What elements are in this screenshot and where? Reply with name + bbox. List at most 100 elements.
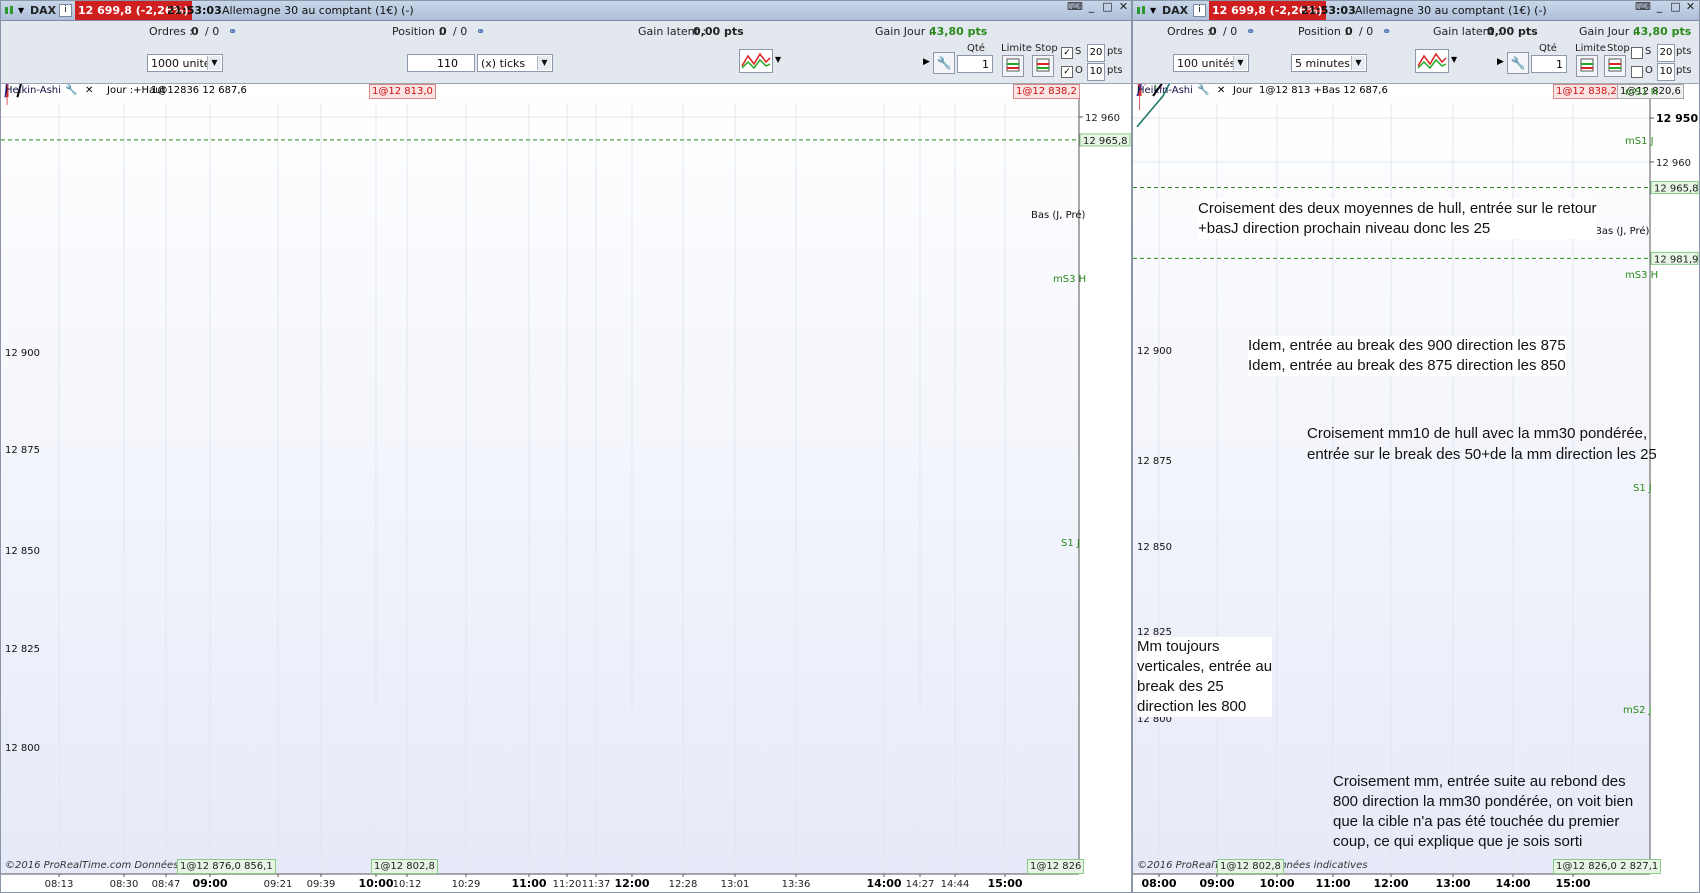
wrench-icon[interactable]: 🔧 bbox=[65, 84, 77, 98]
wrench-icon[interactable]: 🔧 bbox=[1197, 84, 1209, 98]
dropdown-arrow-icon[interactable]: ▼ bbox=[1150, 1, 1156, 20]
interval-value: 5 minutes bbox=[1295, 57, 1351, 70]
x-tick-label: 11:00 bbox=[1315, 877, 1350, 890]
chevron-down-icon[interactable]: ▼ bbox=[1451, 55, 1457, 64]
close-indicator-icon[interactable]: ✕ bbox=[85, 84, 93, 98]
chart-type-button[interactable] bbox=[1415, 49, 1449, 73]
link-icon[interactable]: ⚭ bbox=[1382, 21, 1391, 43]
order-tag[interactable]: 1@12 802,8 bbox=[371, 859, 438, 874]
maximize-button[interactable]: □ bbox=[1101, 1, 1114, 13]
x-tick-label: 12:00 bbox=[1373, 877, 1408, 890]
pts-label: pts bbox=[1107, 46, 1123, 57]
day-gain-value: 43,80 pts bbox=[929, 25, 988, 38]
qty-value: 1 bbox=[982, 58, 989, 71]
info-icon[interactable]: i bbox=[1193, 4, 1206, 17]
wrench-icon[interactable]: 🔧 bbox=[933, 52, 955, 74]
close-button[interactable]: ✕ bbox=[1117, 1, 1130, 13]
o-label: O bbox=[1075, 65, 1083, 76]
x-tick-label: 13:01 bbox=[721, 879, 750, 890]
order-toolbar: 100 unités ▼ 5 minutes ▼ ▼ ▶ 🔧 Qté 1 Limit… bbox=[1133, 43, 1699, 84]
chart-style-icon bbox=[741, 52, 771, 70]
ticks-unit-value: (x) ticks bbox=[481, 57, 526, 70]
qty-label: Qté bbox=[967, 43, 985, 54]
dropdown-arrow-icon[interactable]: ▼ bbox=[18, 1, 24, 20]
link-icon[interactable]: ⚭ bbox=[1246, 21, 1255, 43]
ticks-stepper[interactable]: 110 bbox=[407, 54, 475, 72]
ticks-unit-select[interactable]: (x) ticks ▼ bbox=[477, 54, 553, 72]
annotation-line: coup, ce qui explique que je sois sorti bbox=[1333, 833, 1583, 850]
qty-field[interactable]: 1 bbox=[957, 55, 993, 73]
orders-value: 0 bbox=[191, 25, 199, 38]
stop-order-button[interactable] bbox=[1604, 55, 1626, 77]
order-tag[interactable]: 1@12 838,2 bbox=[1553, 84, 1620, 99]
play-arrow-icon[interactable]: ▶ bbox=[1497, 57, 1504, 67]
order-toolbar: 1000 unités ▼ 110 (x) ticks ▼ ▼ ▶ 🔧 Qté 1 … bbox=[1, 43, 1131, 84]
x-tick-label: 10:29 bbox=[452, 879, 481, 890]
annotation-line: Croisement des deux moyennes de hull, en… bbox=[1198, 200, 1597, 217]
stop-loss-checkbox[interactable] bbox=[1631, 47, 1643, 59]
x-tick-label: 12:00 bbox=[614, 877, 649, 890]
o-points-field[interactable]: 10 bbox=[1087, 63, 1105, 81]
window-titlebar[interactable]: ▼ DAX i 12 699,8 (-2,26%) 21:53:03 Allem… bbox=[1133, 1, 1699, 21]
objective-checkbox[interactable] bbox=[1631, 66, 1643, 78]
close-indicator-icon[interactable]: ✕ bbox=[1217, 84, 1225, 98]
order-tag[interactable]: 1@12 826 bbox=[1027, 859, 1085, 874]
clock-time: 21:53:03 bbox=[167, 4, 222, 17]
x-tick-label: 13:36 bbox=[782, 879, 811, 890]
y-axis-panel bbox=[1650, 84, 1699, 892]
stop-order-icon bbox=[1608, 58, 1622, 72]
chevron-down-icon: ▼ bbox=[207, 56, 221, 70]
order-tag[interactable]: 1@12 826,0 2 827,1 bbox=[1553, 859, 1662, 874]
stop-loss-checkbox[interactable]: ✓ bbox=[1061, 47, 1073, 59]
window-titlebar[interactable]: ▼ DAX i 12 699,8 (-2,26%) 21:53:03 Allem… bbox=[1, 1, 1131, 21]
qty-field[interactable]: 1 bbox=[1531, 55, 1567, 73]
interval-select[interactable]: 5 minutes ▼ bbox=[1291, 54, 1367, 72]
price-chart[interactable]: 12 96012 95012 94012 93012 92012 91012 9… bbox=[1, 84, 1131, 893]
wrench-icon[interactable]: 🔧 bbox=[1507, 52, 1529, 74]
level-s1-label: S1 J bbox=[1061, 538, 1080, 549]
info-icon[interactable]: i bbox=[59, 4, 72, 17]
limit-order-button[interactable] bbox=[1002, 55, 1024, 77]
chart-canvas[interactable]: 12 96012 95012 94012 93012 92012 91012 9… bbox=[1, 84, 1131, 893]
annotation-line: verticales, entrée au bbox=[1137, 658, 1273, 675]
indicator-label: Heikin-Ashi bbox=[5, 85, 61, 96]
s-points-field[interactable]: 20 bbox=[1657, 44, 1675, 62]
chevron-down-icon[interactable]: ▼ bbox=[775, 55, 781, 64]
keyboard-icon[interactable]: ⌨ bbox=[1067, 1, 1083, 13]
limit-order-button[interactable] bbox=[1576, 55, 1598, 77]
minimize-button[interactable]: _ bbox=[1085, 1, 1098, 13]
x-tick-label: 09:00 bbox=[192, 877, 227, 890]
link-icon[interactable]: ⚭ bbox=[228, 21, 237, 43]
x-tick-label: 08:13 bbox=[45, 879, 74, 890]
order-tag[interactable]: 1@12 802,8 bbox=[1217, 859, 1284, 874]
units-select[interactable]: 1000 unités ▼ bbox=[147, 54, 223, 72]
position-label: Position : bbox=[1298, 25, 1349, 38]
stop-order-button[interactable] bbox=[1032, 55, 1054, 77]
o-points-field[interactable]: 10 bbox=[1657, 63, 1675, 81]
order-tag[interactable]: 1@12 838,2 bbox=[1013, 84, 1080, 99]
position-sep: / 0 bbox=[1359, 25, 1374, 38]
x-tick-label: 14:00 bbox=[1495, 877, 1530, 890]
order-tag[interactable]: 1@12 813,0 bbox=[369, 84, 436, 99]
price-tag-label: 12 965,8 bbox=[1654, 184, 1699, 195]
x-tick-label: 11:37 bbox=[582, 879, 611, 890]
units-select[interactable]: 100 unités ▼ bbox=[1173, 54, 1249, 72]
latent-value: 0,00 pts bbox=[693, 25, 744, 38]
annotation-2: Idem, entrée au break des 900 direction … bbox=[1248, 336, 1566, 376]
play-arrow-icon[interactable]: ▶ bbox=[923, 57, 930, 67]
maximize-button[interactable]: □ bbox=[1669, 1, 1682, 13]
orders-label: Ordres : bbox=[149, 25, 193, 38]
level-left-label: 12 900 bbox=[5, 348, 40, 359]
order-tag[interactable]: 1@12 876,0 856,1 bbox=[177, 859, 276, 874]
link-icon[interactable]: ⚭ bbox=[476, 21, 485, 43]
chart-type-button[interactable] bbox=[739, 49, 773, 73]
price-chart[interactable]: 12 96012 95012 94012 93012 92012 91012 9… bbox=[1133, 84, 1699, 892]
keyboard-icon[interactable]: ⌨ bbox=[1635, 1, 1651, 13]
pts-label: pts bbox=[1676, 65, 1692, 76]
close-button[interactable]: ✕ bbox=[1684, 1, 1697, 13]
pts-label: pts bbox=[1676, 46, 1692, 57]
limit-order-icon bbox=[1580, 58, 1594, 72]
objective-checkbox[interactable]: ✓ bbox=[1061, 66, 1073, 78]
s-points-field[interactable]: 20 bbox=[1087, 44, 1105, 62]
minimize-button[interactable]: _ bbox=[1653, 1, 1666, 13]
